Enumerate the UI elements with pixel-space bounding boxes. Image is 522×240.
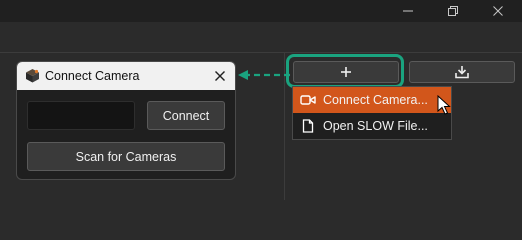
close-icon xyxy=(215,71,225,81)
dialog-close-button[interactable] xyxy=(212,68,228,84)
connect-button[interactable]: Connect xyxy=(147,101,225,130)
dialog-title: Connect Camera xyxy=(45,69,140,83)
connect-camera-dialog: Connect Camera Connect Scan for Cameras xyxy=(16,61,236,180)
scan-for-cameras-button[interactable]: Scan for Cameras xyxy=(27,142,225,171)
cube-icon xyxy=(26,69,39,83)
dialog-titlebar: Connect Camera xyxy=(17,62,235,90)
mouse-cursor-icon xyxy=(437,95,451,115)
camera-address-input[interactable] xyxy=(27,101,135,130)
